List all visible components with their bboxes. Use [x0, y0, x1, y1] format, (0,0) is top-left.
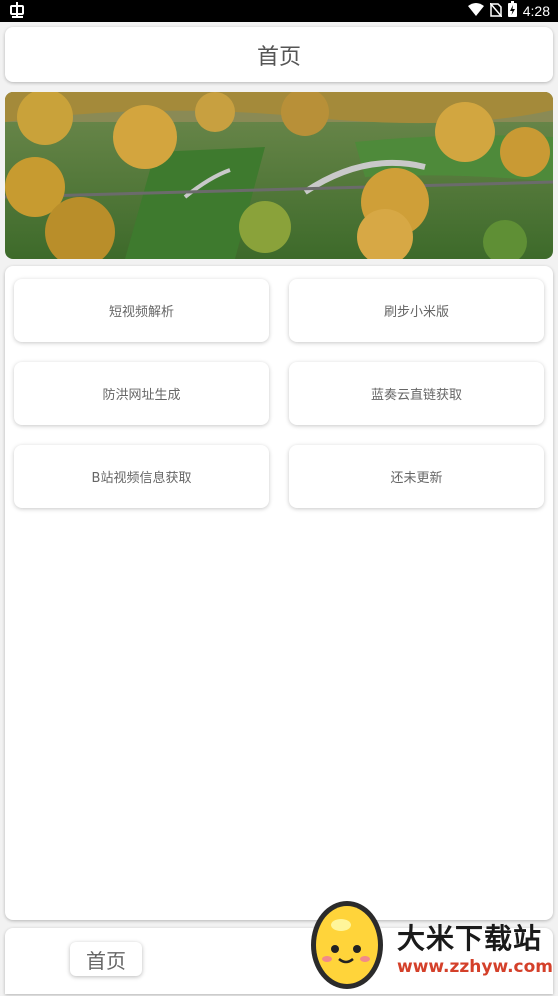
tool-bilibili-info[interactable]: B站视频信息获取	[14, 445, 269, 508]
tool-lanzou-direct-link[interactable]: 蓝奏云直链获取	[289, 362, 544, 425]
nav-home-tab[interactable]: 首页	[70, 942, 142, 976]
tool-label: B站视频信息获取	[91, 471, 192, 486]
header-bar: 首页	[5, 27, 553, 82]
tool-label: 蓝奏云直链获取	[370, 388, 462, 403]
status-bar: 4:28	[0, 0, 558, 22]
wifi-icon	[467, 2, 484, 21]
nav-home-label: 首页	[86, 948, 126, 973]
banner-image[interactable]	[5, 92, 553, 259]
watermark-name: 大米下载站	[397, 922, 543, 955]
status-icons: 4:28	[467, 0, 550, 22]
tool-not-updated[interactable]: 还未更新	[289, 445, 544, 508]
tool-label: 还未更新	[390, 471, 443, 486]
tool-label: 防洪网址生成	[102, 388, 181, 403]
rice-mascot-icon	[311, 901, 383, 989]
watermark-url: www.zzhyw.com	[397, 957, 554, 977]
site-watermark: 大米下载站 www.zzhyw.com	[305, 895, 558, 992]
battery-charging-icon	[507, 1, 517, 21]
tools-panel: 短视频解析 刷步小米版 防洪网址生成 蓝奏云直链获取 B站视频信息获取 还未更新	[5, 266, 553, 920]
clock: 4:28	[522, 3, 550, 19]
no-sim-icon	[489, 2, 503, 21]
page-title: 首页	[256, 44, 301, 70]
bug-icon	[8, 1, 26, 24]
tool-steps-xiaomi[interactable]: 刷步小米版	[289, 279, 544, 342]
tool-url-generator[interactable]: 防洪网址生成	[14, 362, 269, 425]
tool-label: 刷步小米版	[383, 305, 449, 320]
tool-short-video-parse[interactable]: 短视频解析	[14, 279, 269, 342]
tool-label: 短视频解析	[108, 305, 174, 320]
